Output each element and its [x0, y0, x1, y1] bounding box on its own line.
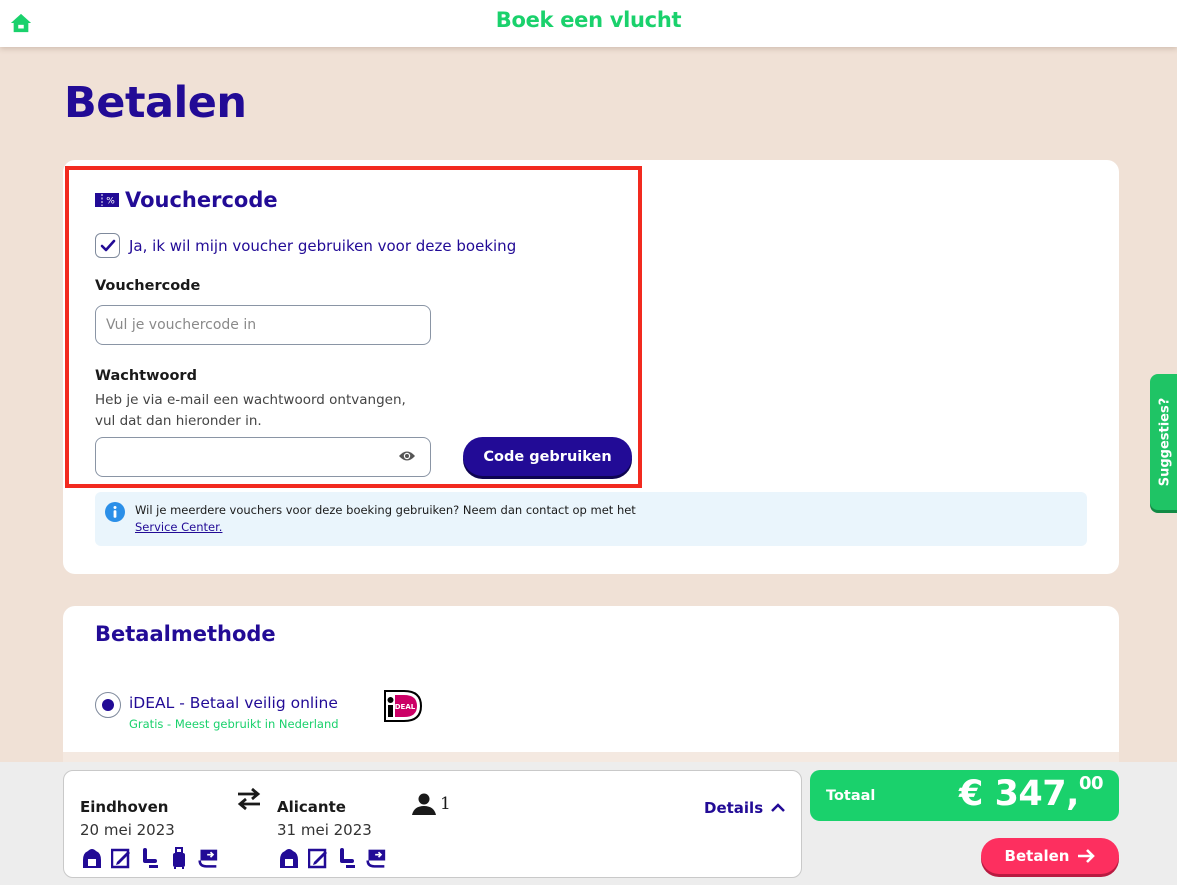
voucher-ticket-icon: %: [95, 193, 119, 207]
edit-checkin-icon: [308, 848, 327, 869]
vouchercode-input[interactable]: [95, 305, 431, 345]
details-label: Details: [704, 799, 764, 817]
top-bar: Boek een vlucht: [0, 0, 1177, 47]
trip-summary-card: Eindhoven 20 mei 2023 Alicante 31 mei 20…: [63, 770, 802, 878]
currency-symbol: €: [959, 774, 983, 814]
use-voucher-label: Ja, ik wil mijn voucher gebruiken voor d…: [129, 236, 517, 255]
ideal-label[interactable]: iDEAL - Betaal veilig online: [129, 694, 338, 712]
header-title: Boek een vlucht: [495, 8, 682, 32]
payment-title: Betaalmethode: [95, 622, 276, 646]
use-voucher-checkbox-row[interactable]: Ja, ik wil mijn voucher gebruiken voor d…: [95, 233, 516, 258]
svg-text:%: %: [106, 197, 115, 207]
suggestions-label: Suggesties?: [1157, 397, 1173, 487]
booking-summary-bar: Eindhoven 20 mei 2023 Alicante 31 mei 20…: [0, 762, 1177, 885]
service-center-link[interactable]: Service Center.: [135, 520, 222, 534]
seat-icon: [340, 848, 355, 868]
return-date: 31 mei 2023: [277, 821, 372, 839]
vouchercode-label: Vouchercode: [95, 278, 201, 294]
svg-text:DEAL: DEAL: [395, 703, 416, 711]
backpack-icon: [83, 849, 101, 868]
payment-divider: [63, 752, 1119, 762]
password-help-line-1: Heb je via e-mail een wachtwoord ontvang…: [95, 392, 406, 408]
outbound-city: Eindhoven: [80, 798, 169, 816]
passenger-count: 1: [440, 794, 451, 814]
seat-icon: [143, 848, 158, 868]
checkmark-icon: [100, 239, 115, 251]
total-cents: 00: [1078, 773, 1104, 794]
total-whole: 347,: [994, 774, 1080, 814]
outbound-date: 20 mei 2023: [80, 821, 175, 839]
flex-rebook-icon: [198, 849, 218, 868]
page-title: Betalen: [64, 78, 247, 128]
ideal-logo-icon: DEAL: [384, 690, 422, 722]
flex-rebook-icon: [366, 849, 386, 868]
password-input[interactable]: [95, 437, 431, 477]
info-message: Wil je meerdere vouchers voor deze boeki…: [135, 503, 636, 517]
info-icon: [105, 502, 125, 522]
details-toggle[interactable]: Details: [704, 799, 786, 817]
ideal-subtext: Gratis - Meest gebruikt in Nederland: [129, 717, 339, 731]
passenger-icon: [412, 793, 436, 815]
backpack-icon: [280, 849, 298, 868]
total-label: Totaal: [826, 788, 876, 804]
chevron-up-icon: [771, 803, 786, 812]
eye-icon[interactable]: [398, 449, 416, 463]
return-city: Alicante: [277, 798, 346, 816]
info-text: Wil je meerdere vouchers voor deze boeki…: [135, 502, 636, 536]
edit-checkin-icon: [111, 848, 130, 869]
swap-direction-icon: [237, 787, 261, 811]
voucher-title: Vouchercode: [125, 188, 278, 212]
use-voucher-checkbox[interactable]: [95, 233, 120, 258]
return-extras: [279, 847, 386, 869]
voucher-heading: % Vouchercode: [95, 188, 278, 212]
pay-button-label: Betalen: [1004, 847, 1070, 865]
password-label: Wachtwoord: [95, 368, 197, 384]
total-price-box: Totaal € 347,00: [810, 770, 1119, 821]
password-help-line-2: vul dat dan hieronder in.: [95, 413, 262, 429]
suitcase-icon: [173, 847, 185, 869]
total-amount: € 347,00: [959, 773, 1103, 814]
arrow-right-icon: [1078, 849, 1096, 863]
ideal-radio[interactable]: [95, 692, 121, 718]
info-box: Wil je meerdere vouchers voor deze boeki…: [95, 492, 1087, 546]
suggestions-tab[interactable]: Suggesties?: [1150, 374, 1177, 510]
outbound-extras: [82, 847, 218, 869]
pay-button[interactable]: Betalen: [981, 838, 1119, 874]
password-help-text: Heb je via e-mail een wachtwoord ontvang…: [95, 390, 435, 432]
use-code-button[interactable]: Code gebruiken: [463, 437, 632, 476]
